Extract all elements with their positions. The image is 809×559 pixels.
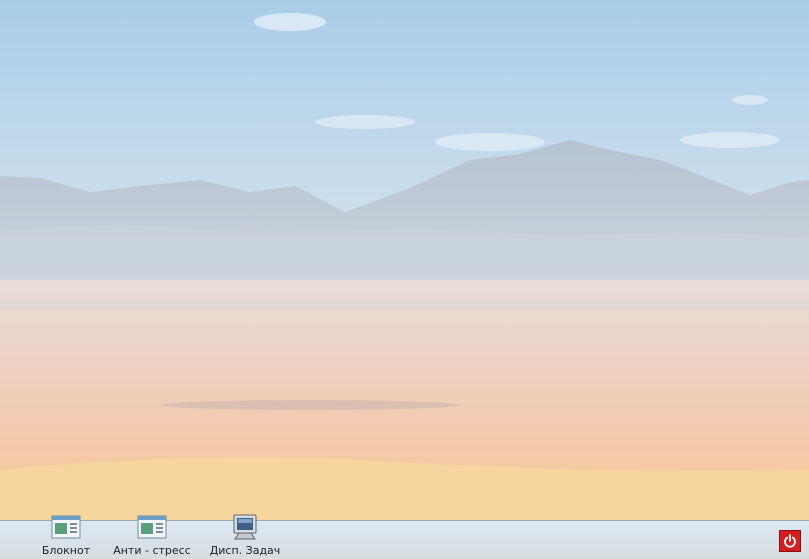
taskbar-item-notepad[interactable]: Блокнот: [40, 513, 92, 557]
taskbar: Блокнот Анти - стресс Дисп. Задач: [0, 514, 809, 559]
power-button[interactable]: [779, 530, 801, 552]
taskbar-item-label: Дисп. Задач: [209, 544, 281, 557]
notepad-icon: [51, 515, 81, 539]
taskbar-item-anti-stress[interactable]: Анти - стресс: [112, 513, 192, 557]
taskbar-item-label: Анти - стресс: [113, 544, 191, 557]
monitor-icon: [233, 514, 257, 540]
notepad-icon: [137, 515, 167, 539]
power-icon: [784, 534, 796, 548]
desktop-wallpaper: [0, 0, 809, 559]
taskbar-item-task-manager[interactable]: Дисп. Задач: [208, 513, 282, 557]
taskbar-item-label: Блокнот: [41, 544, 91, 557]
wallpaper-image: [0, 0, 809, 521]
